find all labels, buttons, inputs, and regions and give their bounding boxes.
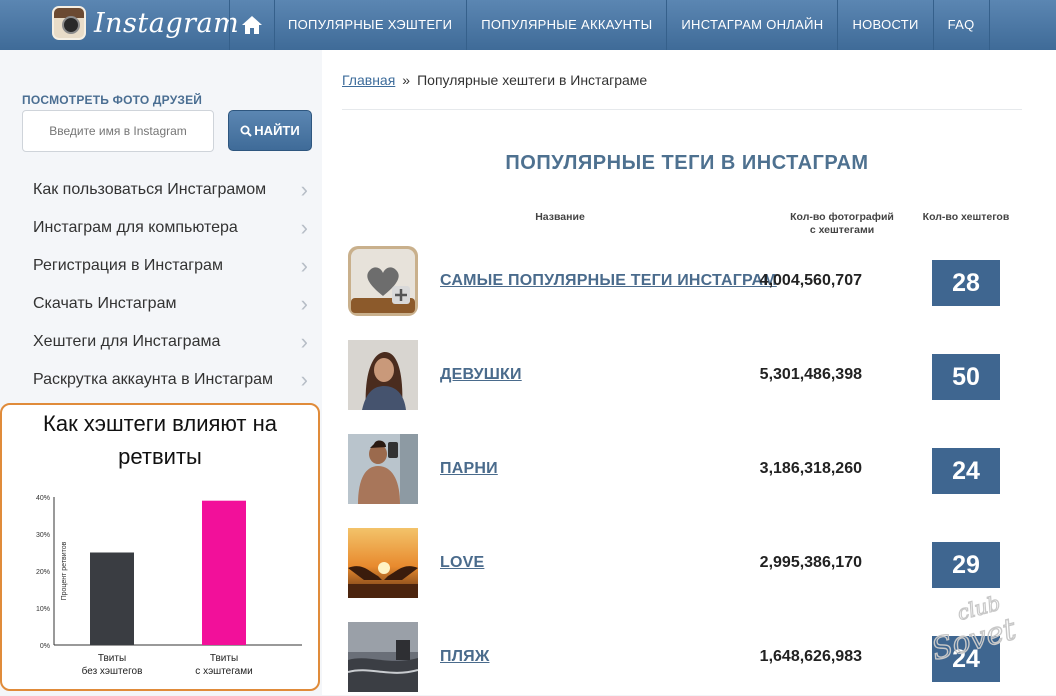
x-category-label: с хэштегами	[195, 666, 252, 677]
search-icon	[240, 125, 253, 137]
main-nav: ПОПУЛЯРНЫЕ ХЭШТЕГИ ПОПУЛЯРНЫЕ АККАУНТЫ И…	[274, 0, 990, 50]
column-header-name: Название	[535, 211, 585, 223]
hashtag-count-badge[interactable]: 24	[932, 448, 1000, 494]
logo-text: Instagram	[94, 7, 240, 39]
y-tick-label: 30%	[36, 532, 50, 539]
top-bar: Instagram ПОПУЛЯРНЫЕ ХЭШТЕГИ ПОПУЛЯРНЫЕ …	[0, 0, 1056, 51]
y-tick-label: 40%	[36, 495, 50, 502]
nav-faq[interactable]: FAQ	[934, 0, 990, 50]
chevron-right-icon: ›	[300, 367, 308, 392]
sidebar-item-how-to-use[interactable]: Как пользоваться Инстаграмом ›	[0, 171, 322, 209]
sidebar-item-label: Раскрутка аккаунта в Инстаграм	[33, 371, 274, 388]
club-sovet-watermark: club Sovet	[927, 592, 1021, 662]
chart-bar	[202, 500, 246, 645]
table-row: ДЕВУШКИ 5,301,486,398 50	[322, 340, 1056, 414]
sidebar-item-label: Инстаграм для компьютера	[33, 219, 238, 236]
column-header-count: Кол-во хештегов	[922, 211, 1010, 223]
x-category-label: без хэштегов	[82, 665, 143, 677]
photo-count: 4,004,560,707	[759, 272, 862, 289]
hashtag-count-badge[interactable]: 28	[932, 260, 1000, 306]
tag-link[interactable]: ПАРНИ	[440, 460, 498, 478]
sidebar-item-download[interactable]: Скачать Инстаграм ›	[0, 285, 322, 323]
tag-link[interactable]: ДЕВУШКИ	[440, 366, 522, 384]
chevron-right-icon: ›	[300, 291, 308, 316]
y-tick-label: 0%	[40, 643, 50, 650]
photo-count: 5,301,486,398	[759, 366, 862, 383]
friends-search-label: ПОСМОТРЕТЬ ФОТО ДРУЗЕЙ	[22, 93, 203, 107]
nav-popular-accounts[interactable]: ПОПУЛЯРНЫЕ АККАУНТЫ	[467, 0, 668, 50]
table-row: ПАРНИ 3,186,318,260 24	[322, 434, 1056, 508]
page-title: ПОПУЛЯРНЫЕ ТЕГИ В ИНСТАГРАМ	[505, 152, 869, 174]
friend-search-input[interactable]	[22, 110, 214, 152]
photo-count: 2,995,386,170	[759, 554, 862, 571]
home-icon	[242, 16, 262, 34]
sidebar-menu: Как пользоваться Инстаграмом › Инстаграм…	[0, 171, 322, 399]
tag-thumbnail[interactable]	[348, 340, 418, 410]
sidebar-item-label: Хештеги для Инстаграма	[33, 333, 221, 350]
chevron-right-icon: ›	[300, 177, 308, 202]
sidebar-item-promotion[interactable]: Раскрутка аккаунта в Инстаграм ›	[0, 361, 322, 399]
sidebar-item-for-computer[interactable]: Инстаграм для компьютера ›	[0, 209, 322, 247]
sidebar-item-label: Скачать Инстаграм	[33, 295, 177, 312]
breadcrumb: Главная » Популярные хештеги в Инстаграме	[342, 72, 647, 88]
x-category-label: Твиты	[210, 653, 238, 664]
tag-link[interactable]: ПЛЯЖ	[440, 648, 490, 666]
sidebar-item-label: Регистрация в Инстаграм	[33, 257, 223, 274]
chart-svg: 0%10%20%30%40%Процент ретвитовТвитыбез х…	[36, 495, 302, 677]
sidebar-item-label: Как пользоваться Инстаграмом	[33, 181, 267, 198]
table-row: LOVE 2,995,386,170 29	[322, 528, 1056, 602]
column-header-photos-line2: с хештегами	[809, 224, 875, 236]
nav-news[interactable]: НОВОСТИ	[838, 0, 934, 50]
y-tick-label: 20%	[36, 569, 50, 576]
photo-count: 1,648,626,983	[759, 648, 862, 665]
sidebar-item-registration[interactable]: Регистрация в Инстаграм ›	[0, 247, 322, 285]
tag-thumbnail[interactable]	[348, 246, 418, 316]
sidebar-item-hashtags[interactable]: Хештеги для Инстаграма ›	[0, 323, 322, 361]
y-axis-label: Процент ретвитов	[61, 541, 68, 600]
x-category-label: Твиты	[98, 653, 126, 664]
y-tick-label: 10%	[36, 606, 50, 613]
tag-thumbnail[interactable]	[348, 434, 418, 504]
column-header-photos-line1: Кол-во фотографий	[790, 211, 894, 223]
search-button-label: НАЙТИ	[254, 123, 300, 138]
search-button[interactable]: НАЙТИ	[228, 110, 312, 151]
tag-thumbnail[interactable]	[348, 622, 418, 692]
instagram-logo[interactable]: Instagram	[52, 6, 239, 40]
breadcrumb-current: Популярные хештеги в Инстаграме	[417, 72, 648, 88]
breadcrumb-home-link[interactable]: Главная	[342, 72, 395, 88]
tag-link[interactable]: САМЫЕ ПОПУЛЯРНЫЕ ТЕГИ ИНСТАГРАМ	[440, 272, 777, 290]
nav-popular-hashtags[interactable]: ПОПУЛЯРНЫЕ ХЭШТЕГИ	[274, 0, 468, 50]
divider	[342, 109, 1022, 110]
chevron-right-icon: ›	[300, 215, 308, 240]
photo-count: 3,186,318,260	[759, 460, 862, 477]
breadcrumb-separator: »	[402, 72, 411, 88]
camera-icon	[52, 6, 86, 40]
home-button[interactable]	[229, 0, 275, 50]
chart-bar	[90, 552, 134, 645]
hashtag-count-badge[interactable]: 50	[932, 354, 1000, 400]
table-row: САМЫЕ ПОПУЛЯРНЫЕ ТЕГИ ИНСТАГРАМ 4,004,56…	[322, 246, 1056, 320]
chevron-right-icon: ›	[300, 253, 308, 278]
column-header-photos: Кол-во фотографий с хештегами	[774, 211, 910, 237]
nav-instagram-online[interactable]: ИНСТАГРАМ ОНЛАЙН	[667, 0, 839, 50]
tag-link[interactable]: LOVE	[440, 554, 484, 572]
hashtag-retweet-chart: Как хэштеги влияют на ретвиты 0% 10% 20% 30…	[0, 403, 320, 691]
chevron-right-icon: ›	[300, 329, 308, 354]
hashtag-count-badge[interactable]: 29	[932, 542, 1000, 588]
tag-thumbnail[interactable]	[348, 528, 418, 598]
